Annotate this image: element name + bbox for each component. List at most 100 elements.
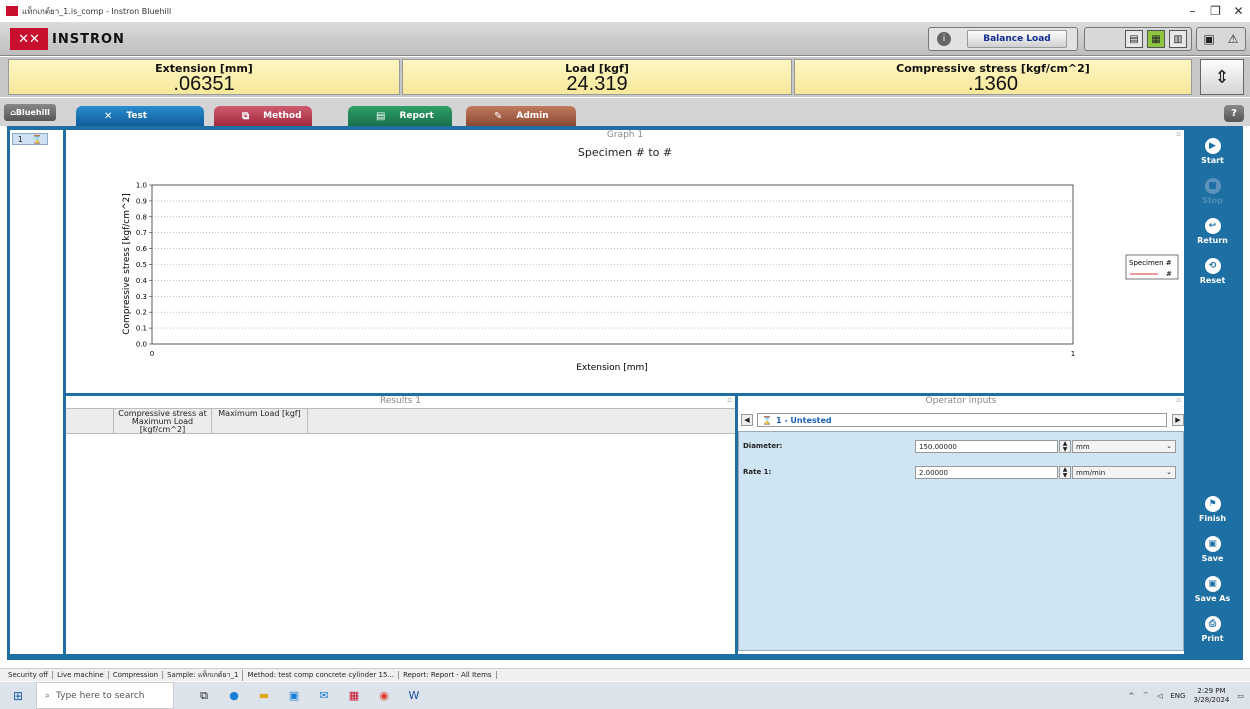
- previous-specimen-button[interactable]: ◀: [741, 414, 753, 426]
- tab-test-label: Test: [126, 111, 148, 121]
- instron-logo-mark: ✕✕: [10, 28, 48, 50]
- specimen-list: 1 ⌛: [10, 130, 63, 654]
- specimen-combo[interactable]: ⌛ 1 - Untested: [757, 413, 1167, 427]
- diameter-unit-value: mm: [1076, 443, 1090, 451]
- bluehill-home-button[interactable]: ⌂ Bluehill: [4, 104, 56, 121]
- volume-icon[interactable]: ◁: [1157, 692, 1162, 700]
- window-titlebar: แท็กเกต์ยา_1.is_comp - Instron Bluehill …: [0, 0, 1250, 22]
- finish-button[interactable]: ⚑ Finish: [1185, 496, 1240, 523]
- windows-taskbar: ⊞ ⌕ Type here to search ⧉ ● ▬ ▣ ✉ ▦ ◉ W ^…: [0, 682, 1250, 709]
- chrome-icon[interactable]: ◉: [374, 686, 394, 706]
- help-button[interactable]: ?: [1224, 105, 1244, 122]
- file-explorer-icon[interactable]: ▬: [254, 686, 274, 706]
- tab-method[interactable]: ⧉ Method: [214, 106, 312, 126]
- frame-status-icon[interactable]: ▤: [1125, 30, 1143, 48]
- pin-icon[interactable]: ▫: [1176, 396, 1181, 404]
- graph-panel-header: Graph 1 ▫: [66, 130, 1184, 142]
- status-security: Security off: [4, 671, 54, 679]
- stop-button[interactable]: ■ Stop: [1185, 178, 1240, 205]
- windows-start-icon[interactable]: ⊞: [0, 682, 36, 709]
- rate-unit-select[interactable]: mm/min ⌄: [1072, 466, 1176, 479]
- rate-input[interactable]: 2.00000: [915, 466, 1058, 479]
- x-tick-label: 1: [1071, 350, 1075, 358]
- x-tick-label: 0: [150, 350, 154, 358]
- y-tick-label: 0.8: [136, 213, 147, 221]
- specimen-row[interactable]: 1 ⌛: [12, 133, 48, 145]
- mail-icon[interactable]: ✉: [314, 686, 334, 706]
- save-button[interactable]: ▣ Save: [1185, 536, 1240, 563]
- diameter-unit-select[interactable]: mm ⌄: [1072, 440, 1176, 453]
- chevron-down-icon: ⌄: [1166, 442, 1172, 450]
- results-column-stress[interactable]: Compressive stress at Maximum Load [kgf/…: [114, 409, 212, 434]
- status-method: Method: test comp concrete cylinder 15..…: [243, 671, 400, 679]
- tab-report-label: Report: [399, 111, 434, 121]
- bluehill-taskbar-icon[interactable]: ▦: [344, 686, 364, 706]
- next-specimen-button[interactable]: ▶: [1172, 414, 1184, 426]
- y-tick-label: 0.2: [136, 309, 147, 317]
- start-button[interactable]: ▶ Start: [1185, 138, 1240, 165]
- rate-row: Rate 1: 2.00000 ▲ ▼ mm/min ⌄: [739, 466, 1185, 480]
- language-indicator[interactable]: ENG: [1170, 692, 1185, 700]
- y-tick-label: 0.5: [136, 261, 147, 269]
- live-stress[interactable]: Compressive stress [kgf/cm^2] .1360: [794, 59, 1192, 95]
- y-tick-label: 0.1: [136, 325, 147, 333]
- status-report: Report: Report - All Items: [399, 671, 497, 679]
- diameter-spinner[interactable]: ▲ ▼: [1059, 440, 1071, 453]
- play-icon: ▶: [1204, 138, 1221, 154]
- taskbar-search[interactable]: ⌕ Type here to search: [36, 682, 174, 709]
- taskbar-clock[interactable]: 2:29 PM 3/28/2024: [1193, 687, 1229, 705]
- status-machine: Live machine: [53, 671, 109, 679]
- results-column-load[interactable]: Maximum Load [kgf]: [212, 409, 308, 433]
- frame-jog-button[interactable]: ⇕: [1200, 59, 1244, 95]
- save-as-button[interactable]: ▣ Save As: [1185, 576, 1240, 603]
- edge-browser-icon[interactable]: ●: [224, 686, 244, 706]
- tab-test[interactable]: ✕ Test: [76, 106, 204, 126]
- return-label: Return: [1197, 236, 1228, 245]
- y-axis-label: Compressive stress [kgf/cm^2]: [122, 193, 132, 335]
- instron-logo: ✕✕ INSTRON: [10, 28, 125, 50]
- task-view-icon[interactable]: ⧉: [194, 686, 214, 706]
- app-icon: [6, 6, 18, 16]
- tab-admin[interactable]: ✎ Admin: [466, 106, 576, 126]
- y-tick-label: 0.7: [136, 229, 147, 237]
- status-bar: Security off Live machine Compression Sa…: [0, 668, 1250, 681]
- word-icon[interactable]: W: [404, 686, 424, 706]
- warning-icon[interactable]: ⚠: [1228, 32, 1239, 46]
- store-icon[interactable]: ▣: [284, 686, 304, 706]
- results-index-header: [66, 409, 114, 433]
- info-icon[interactable]: i: [937, 32, 951, 46]
- diameter-row: Diameter: 150.00000 ▲ ▼ mm ⌄: [739, 440, 1185, 454]
- reset-icon: ⟲: [1204, 258, 1221, 274]
- live-extension[interactable]: Extension [mm] .06351: [8, 59, 400, 95]
- method-icon: ⧉: [242, 110, 250, 122]
- rate-spinner[interactable]: ▲ ▼: [1059, 466, 1071, 479]
- minimize-button[interactable]: –: [1181, 0, 1204, 22]
- print-button[interactable]: ⎙ Print: [1185, 616, 1240, 643]
- graph-panel: Graph 1 ▫ Specimen # to # 0.0 0.1 0.2 0.3 0.…: [66, 130, 1184, 393]
- tray-chevron-icon[interactable]: ^: [1129, 692, 1135, 700]
- maximize-button[interactable]: ❐: [1204, 0, 1227, 22]
- return-button[interactable]: ↩ Return: [1185, 218, 1240, 245]
- live-load[interactable]: Load [kgf] 24.319: [402, 59, 792, 95]
- print-icon: ⎙: [1204, 616, 1221, 632]
- specimen-row-number: 1: [17, 134, 23, 144]
- start-label: Start: [1201, 156, 1224, 165]
- pin-icon[interactable]: ▫: [1176, 130, 1181, 138]
- tab-bar: ⌂ Bluehill ✕ Test ⧉ Method ▤ Report ✎ Admin …: [0, 98, 1250, 126]
- diameter-input[interactable]: 150.00000: [915, 440, 1058, 453]
- device-icon[interactable]: ▣: [1203, 32, 1214, 46]
- machine-idle-icon[interactable]: ▥: [1169, 30, 1187, 48]
- pin-icon[interactable]: ▫: [727, 396, 732, 404]
- save-label: Save: [1201, 554, 1224, 563]
- tab-report[interactable]: ▤ Report: [348, 106, 452, 126]
- diameter-label: Diameter:: [743, 442, 783, 450]
- balance-load-button[interactable]: Balance Load: [967, 30, 1067, 48]
- notifications-icon[interactable]: ▭: [1237, 692, 1244, 700]
- machine-active-icon[interactable]: ▦: [1147, 30, 1165, 48]
- chart-legend[interactable]: Specimen # #: [1125, 254, 1179, 280]
- reset-button[interactable]: ⟲ Reset: [1185, 258, 1240, 285]
- network-icon[interactable]: ⌔: [1142, 691, 1149, 700]
- hourglass-icon: ⌛: [762, 415, 772, 425]
- stop-icon: ■: [1204, 178, 1221, 194]
- close-button[interactable]: ✕: [1227, 0, 1250, 22]
